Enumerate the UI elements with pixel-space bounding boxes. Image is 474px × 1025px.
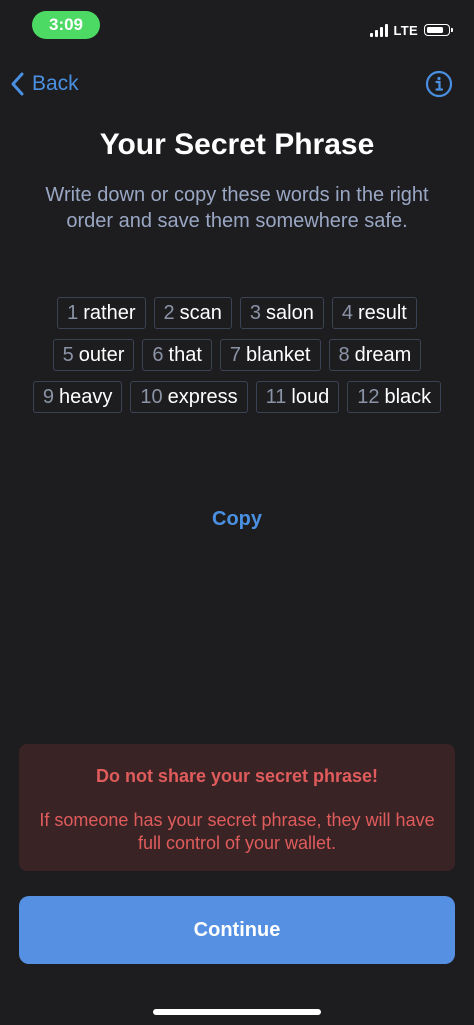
secret-phrase-words: 1 rather 2 scan 3 salon 4 result 5 outer 6 tha… [30,297,444,413]
word-text: scan [179,301,222,324]
chevron-left-icon [11,72,24,96]
word-chip: 6 that [142,339,212,371]
word-chip: 12 black [347,381,442,413]
word-chip: 9 heavy [32,381,123,413]
page-subtitle: Write down or copy these words in the ri… [45,184,429,232]
word-number: 1 [67,301,79,324]
word-text: heavy [58,385,113,408]
page-title: Your Secret Phrase [99,128,375,161]
continue-button[interactable]: Continue [19,896,455,964]
word-text: dream [354,343,412,366]
copy-button[interactable]: Copy [187,504,287,534]
signal-icon [369,23,388,37]
status-time: 3:09 [32,11,100,39]
word-text: that [168,343,202,366]
word-number: 7 [229,343,241,366]
word-number: 10 [140,385,163,408]
status-bar: 3:09 LTE [0,0,474,50]
word-chip: 8 dream [328,339,422,371]
word-number: 8 [338,343,350,366]
word-text: black [384,385,432,408]
word-number: 4 [341,301,353,324]
home-indicator[interactable] [153,1009,321,1015]
word-number: 3 [249,301,262,324]
word-chip: 10 express [130,381,248,413]
word-chip: 1 rather [57,297,146,329]
warning-box: Do not share your secret phrase! If some… [19,744,455,871]
word-chip: 11 loud [255,381,340,413]
word-text: loud [291,385,330,408]
word-number: 9 [42,385,54,408]
word-number: 6 [152,343,164,366]
word-chip: 3 salon [239,297,324,329]
word-number: 5 [62,343,74,366]
word-text: rather [83,301,136,324]
word-number: 12 [357,385,380,408]
word-text: blanket [246,343,311,366]
battery-icon [424,24,453,36]
word-chip: 2 scan [153,297,232,329]
network-type: LTE [393,22,418,38]
word-text: result [357,301,407,324]
warning-body: If someone has your secret phrase, they … [39,810,435,853]
word-text: outer [78,343,125,366]
word-chip: 7 blanket [219,339,321,371]
word-chip: 5 outer [52,339,135,371]
info-icon [425,70,453,98]
word-text: salon [266,301,314,324]
status-indicators: LTE [369,20,453,40]
word-text: express [167,385,238,408]
back-label: Back [32,72,79,95]
word-number: 2 [163,301,175,324]
back-button[interactable]: Back [10,66,79,102]
warning-title: Do not share your secret phrase! [95,766,379,786]
info-button[interactable] [425,70,453,98]
word-chip: 4 result [331,297,417,329]
word-number: 11 [265,385,287,408]
